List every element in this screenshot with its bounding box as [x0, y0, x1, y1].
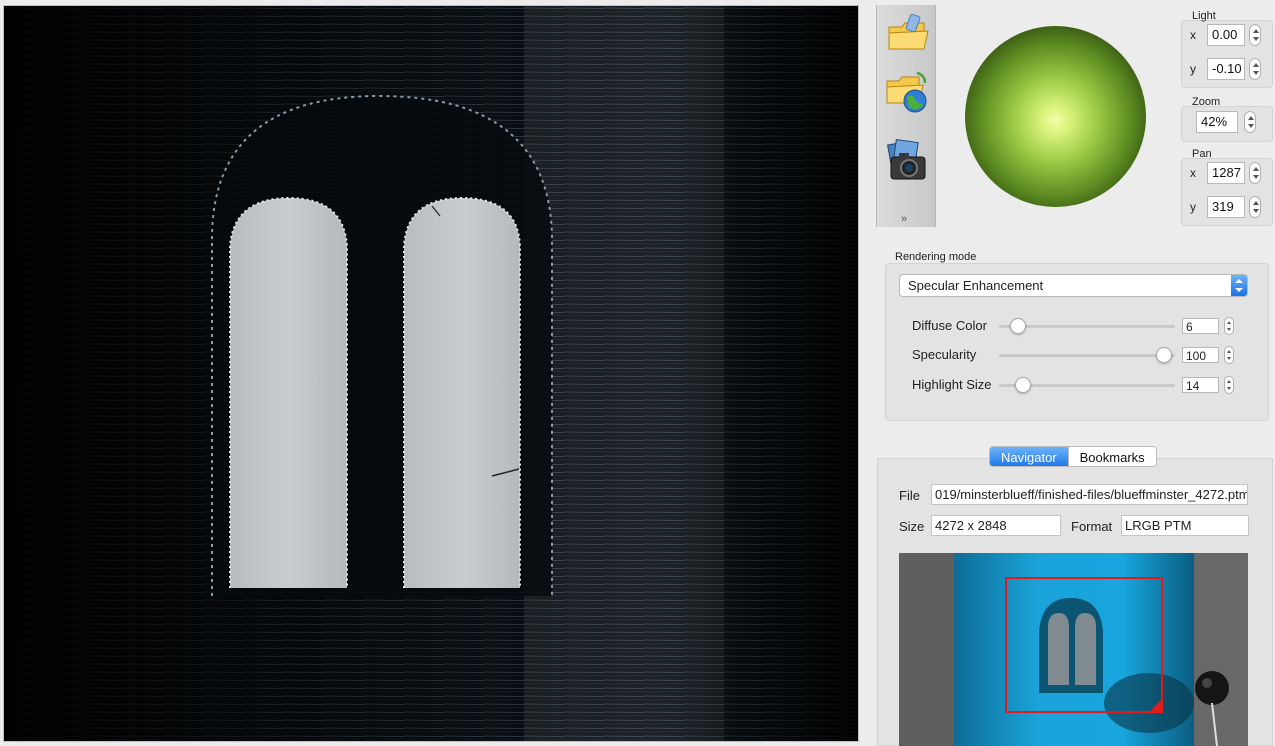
highlight-size-slider-thumb[interactable] — [1014, 377, 1031, 393]
open-remote-folder-icon — [886, 71, 927, 113]
highlight-size-label: Highlight Size — [912, 377, 992, 392]
pan-x-stepper[interactable] — [1249, 162, 1261, 184]
tab-navigator[interactable]: Navigator — [990, 447, 1068, 466]
pan-y-stepper[interactable] — [1249, 196, 1261, 218]
open-remote-button[interactable] — [883, 67, 933, 117]
zoom-field[interactable]: 42% — [1196, 111, 1238, 133]
specularity-label: Specularity — [912, 347, 977, 362]
side-toolbar: » — [876, 5, 936, 227]
light-y-label: y — [1190, 62, 1196, 76]
light-direction-sphere[interactable] — [965, 26, 1146, 207]
open-folder-button[interactable] — [883, 10, 933, 60]
tab-bookmarks[interactable]: Bookmarks — [1067, 447, 1156, 466]
pan-y-field[interactable]: 319 — [1207, 196, 1245, 218]
open-folder-icon — [888, 13, 929, 50]
pan-label: Pan — [1192, 148, 1212, 160]
snapshot-button[interactable] — [883, 135, 933, 185]
file-path-field[interactable]: 019/minsterblueff/finished-files/blueffm… — [931, 484, 1248, 505]
diffuse-color-value[interactable]: 6 — [1182, 318, 1219, 334]
light-y-stepper[interactable] — [1249, 58, 1261, 80]
size-field[interactable]: 4272 x 2848 — [931, 515, 1061, 536]
format-field[interactable]: LRGB PTM — [1121, 515, 1249, 536]
rendering-mode-select[interactable]: Specular Enhancement — [899, 274, 1248, 297]
specularity-stepper[interactable] — [1224, 346, 1234, 364]
light-label: Light — [1192, 10, 1216, 22]
zoom-stepper[interactable] — [1244, 111, 1256, 133]
light-x-label: x — [1190, 28, 1196, 42]
select-arrows-icon[interactable] — [1231, 275, 1247, 296]
image-viewport[interactable] — [3, 5, 859, 742]
pan-x-field[interactable]: 1287 — [1207, 162, 1245, 184]
diffuse-color-stepper[interactable] — [1224, 317, 1234, 335]
pan-x-label: x — [1190, 166, 1196, 180]
rendering-mode-label: Rendering mode — [895, 251, 977, 263]
zoom-label: Zoom — [1192, 96, 1221, 108]
specularity-slider[interactable] — [999, 354, 1175, 357]
file-label: File — [899, 488, 920, 503]
pan-y-label: y — [1190, 200, 1196, 214]
specularity-value[interactable]: 100 — [1182, 347, 1219, 363]
highlight-size-stepper[interactable] — [1224, 376, 1234, 394]
light-x-field[interactable]: 0.00 — [1207, 24, 1245, 46]
diffuse-color-label: Diffuse Color — [912, 318, 987, 333]
light-y-field[interactable]: -0.10 — [1207, 58, 1245, 80]
navigator-thumbnail[interactable] — [899, 553, 1248, 746]
snapshot-camera-icon — [887, 138, 926, 180]
size-label: Size — [899, 519, 925, 534]
format-label: Format — [1071, 519, 1113, 534]
highlight-size-value[interactable]: 14 — [1182, 377, 1219, 393]
more-chevron-icon[interactable]: » — [901, 213, 907, 225]
light-x-stepper[interactable] — [1249, 24, 1261, 46]
navigator-tabs: Navigator Bookmarks — [989, 446, 1157, 467]
